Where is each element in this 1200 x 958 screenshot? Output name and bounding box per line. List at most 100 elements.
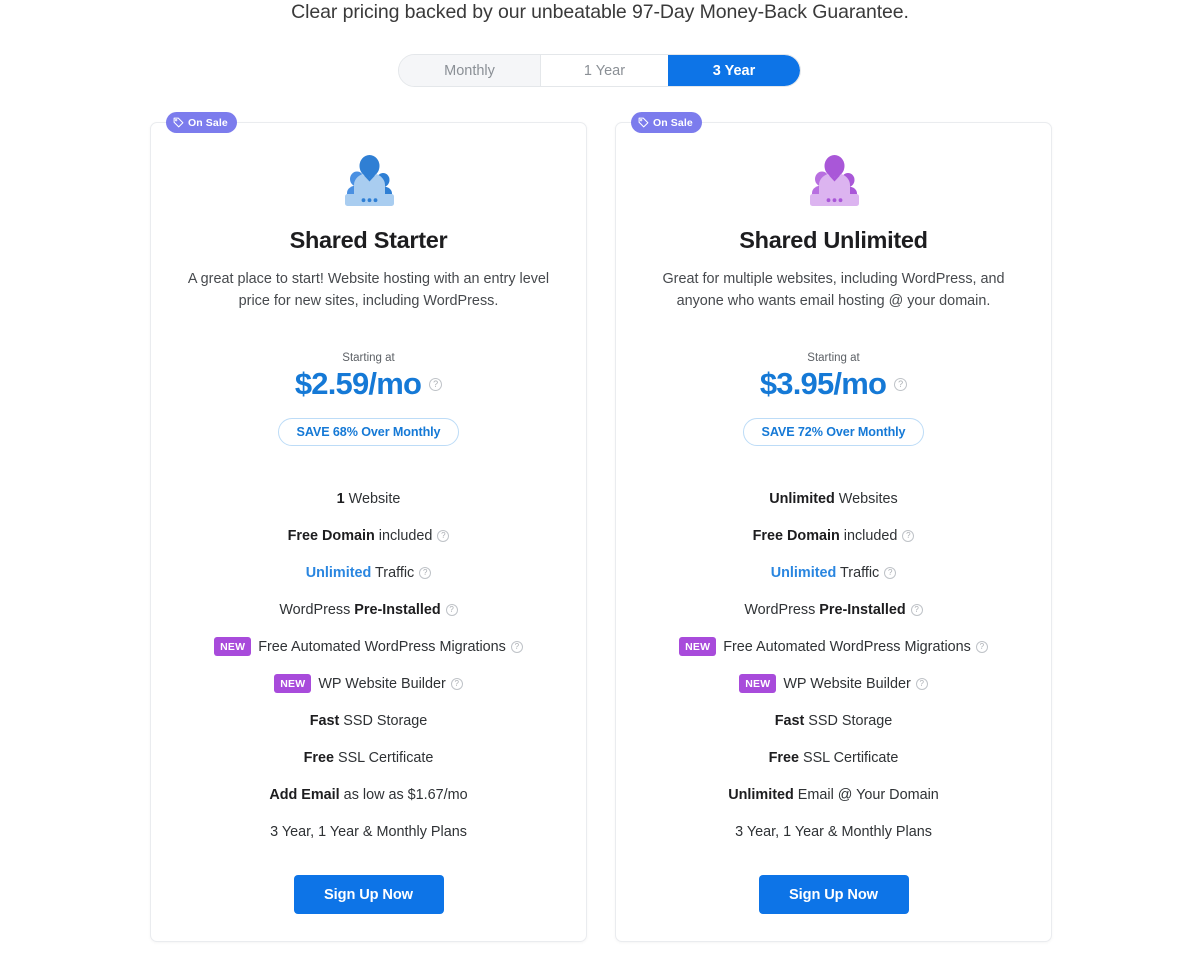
price-help-icon[interactable]: ? <box>429 377 443 391</box>
people-group-icon <box>809 155 859 206</box>
savings-badge: SAVE 68% Over Monthly <box>277 418 460 446</box>
feature-list: Unlimited Websites Free Domain included … <box>616 480 1051 850</box>
sign-up-button[interactable]: Sign Up Now <box>758 875 909 914</box>
list-item: Fast SSD Storage <box>616 702 1051 739</box>
toggle-option-monthly[interactable]: Monthly <box>399 55 540 86</box>
price-help-icon[interactable]: ? <box>894 377 908 391</box>
plan-description: Great for multiple websites, including W… <box>662 271 1005 309</box>
list-item: Unlimited Email @ Your Domain <box>616 776 1051 813</box>
toggle-option-monthly-label: Monthly <box>444 62 495 79</box>
list-item: Unlimited Traffic ? <box>616 554 1051 591</box>
on-sale-badge-label: On Sale <box>188 116 228 129</box>
feature-text: included <box>374 527 433 544</box>
list-item: 1 Website <box>151 480 586 517</box>
plan-title: Shared Unlimited <box>739 227 928 253</box>
billing-term-toggle[interactable]: Monthly 1 Year 3 Year <box>398 54 801 87</box>
list-item: 3 Year, 1 Year & Monthly Plans <box>151 813 586 850</box>
feature-help-icon[interactable]: ? <box>437 529 450 542</box>
list-item: 3 Year, 1 Year & Monthly Plans <box>616 813 1051 850</box>
new-badge: NEW <box>679 637 717 656</box>
toggle-option-1-year[interactable]: 1 Year <box>540 55 668 86</box>
new-badge: NEW <box>214 637 252 656</box>
on-sale-badge: On Sale <box>631 112 702 133</box>
price-row: $2.59/mo ? <box>151 366 586 402</box>
list-item: Free Domain included ? <box>616 517 1051 554</box>
feature-bold: Free <box>303 749 334 766</box>
starting-at-label: Starting at <box>807 352 860 364</box>
feature-text: SSD Storage <box>339 712 428 729</box>
list-item: NEW WP Website Builder ? <box>151 665 586 702</box>
savings-badge: SAVE 72% Over Monthly <box>742 418 925 446</box>
feature-text: Website <box>344 490 401 507</box>
pricing-page: Clear pricing backed by our unbeatable 9… <box>0 0 1200 958</box>
list-item: WordPress Pre-Installed ? <box>151 591 586 628</box>
feature-help-icon[interactable]: ? <box>419 566 432 579</box>
feature-bold: Free <box>768 749 799 766</box>
feature-bold: Add Email <box>269 786 340 803</box>
price-row: $3.95/mo ? <box>616 366 1051 402</box>
feature-help-icon[interactable]: ? <box>915 677 928 690</box>
feature-text: SSL Certificate <box>333 749 434 766</box>
feature-text: Traffic <box>371 564 415 581</box>
feature-highlight: Unlimited <box>305 564 372 581</box>
feature-help-icon[interactable]: ? <box>975 640 988 653</box>
feature-text: SSL Certificate <box>798 749 899 766</box>
feature-bold: Pre-Installed <box>819 601 906 618</box>
list-item: Unlimited Traffic ? <box>151 554 586 591</box>
feature-text: Free Automated WordPress Migrations <box>258 638 506 655</box>
list-item: Free SSL Certificate <box>151 739 586 776</box>
feature-text: WP Website Builder <box>783 675 911 692</box>
feature-list: 1 Website Free Domain included ? Unlimit… <box>151 480 586 850</box>
feature-bold: 1 <box>336 490 345 507</box>
plan-card-shared-starter: On Sale Shared Starter A great place to … <box>150 112 587 942</box>
feature-bold: Free Domain <box>287 527 375 544</box>
on-sale-badge-label: On Sale <box>653 116 693 129</box>
feature-highlight: Unlimited <box>770 564 837 581</box>
on-sale-badge: On Sale <box>166 112 237 133</box>
feature-bold: Fast <box>774 712 805 729</box>
list-item: NEW WP Website Builder ? <box>616 665 1051 702</box>
list-item: Free Domain included ? <box>151 517 586 554</box>
feature-text: as low as $1.67/mo <box>339 786 468 803</box>
plan-price: $2.59/mo <box>294 366 422 401</box>
list-item: WordPress Pre-Installed ? <box>616 591 1051 628</box>
page-headline: Clear pricing backed by our unbeatable 9… <box>291 1 909 23</box>
feature-text: Email @ Your Domain <box>793 786 939 803</box>
feature-text: SSD Storage <box>804 712 893 729</box>
feature-bold: Fast <box>309 712 340 729</box>
new-badge: NEW <box>739 674 777 693</box>
new-badge: NEW <box>274 674 312 693</box>
plan-description: A great place to start! Website hosting … <box>187 271 550 309</box>
feature-help-icon[interactable]: ? <box>902 529 915 542</box>
feature-text: 3 Year, 1 Year & Monthly Plans <box>270 823 467 840</box>
toggle-option-3-year[interactable]: 3 Year <box>668 55 800 86</box>
list-item: Free SSL Certificate <box>616 739 1051 776</box>
list-item: Unlimited Websites <box>616 480 1051 517</box>
feature-bold: Unlimited <box>728 786 794 803</box>
toggle-option-3-year-label: 3 Year <box>712 62 756 79</box>
feature-bold: Pre-Installed <box>354 601 441 618</box>
list-item: NEW Free Automated WordPress Migrations … <box>616 628 1051 665</box>
people-group-icon <box>344 155 394 206</box>
plan-price: $3.95/mo <box>759 366 887 401</box>
feature-help-icon[interactable]: ? <box>510 640 523 653</box>
feature-help-icon[interactable]: ? <box>884 566 897 579</box>
feature-text: WordPress <box>279 601 355 618</box>
feature-help-icon[interactable]: ? <box>445 603 458 616</box>
sign-up-button[interactable]: Sign Up Now <box>293 875 444 914</box>
feature-help-icon[interactable]: ? <box>910 603 923 616</box>
feature-text: 3 Year, 1 Year & Monthly Plans <box>735 823 932 840</box>
feature-text: Free Automated WordPress Migrations <box>723 638 971 655</box>
toggle-option-1-year-label: 1 Year <box>583 62 626 79</box>
starting-at-label: Starting at <box>342 352 395 364</box>
feature-help-icon[interactable]: ? <box>450 677 463 690</box>
plan-card-shared-unlimited: On Sale Shared Unlimited Great for multi… <box>615 112 1052 942</box>
list-item: Fast SSD Storage <box>151 702 586 739</box>
feature-bold: Free Domain <box>752 527 840 544</box>
feature-bold: Unlimited <box>769 490 835 507</box>
feature-text: included <box>839 527 898 544</box>
feature-text: WordPress <box>744 601 820 618</box>
feature-text: Traffic <box>836 564 880 581</box>
list-item: NEW Free Automated WordPress Migrations … <box>151 628 586 665</box>
tag-icon <box>173 117 184 128</box>
